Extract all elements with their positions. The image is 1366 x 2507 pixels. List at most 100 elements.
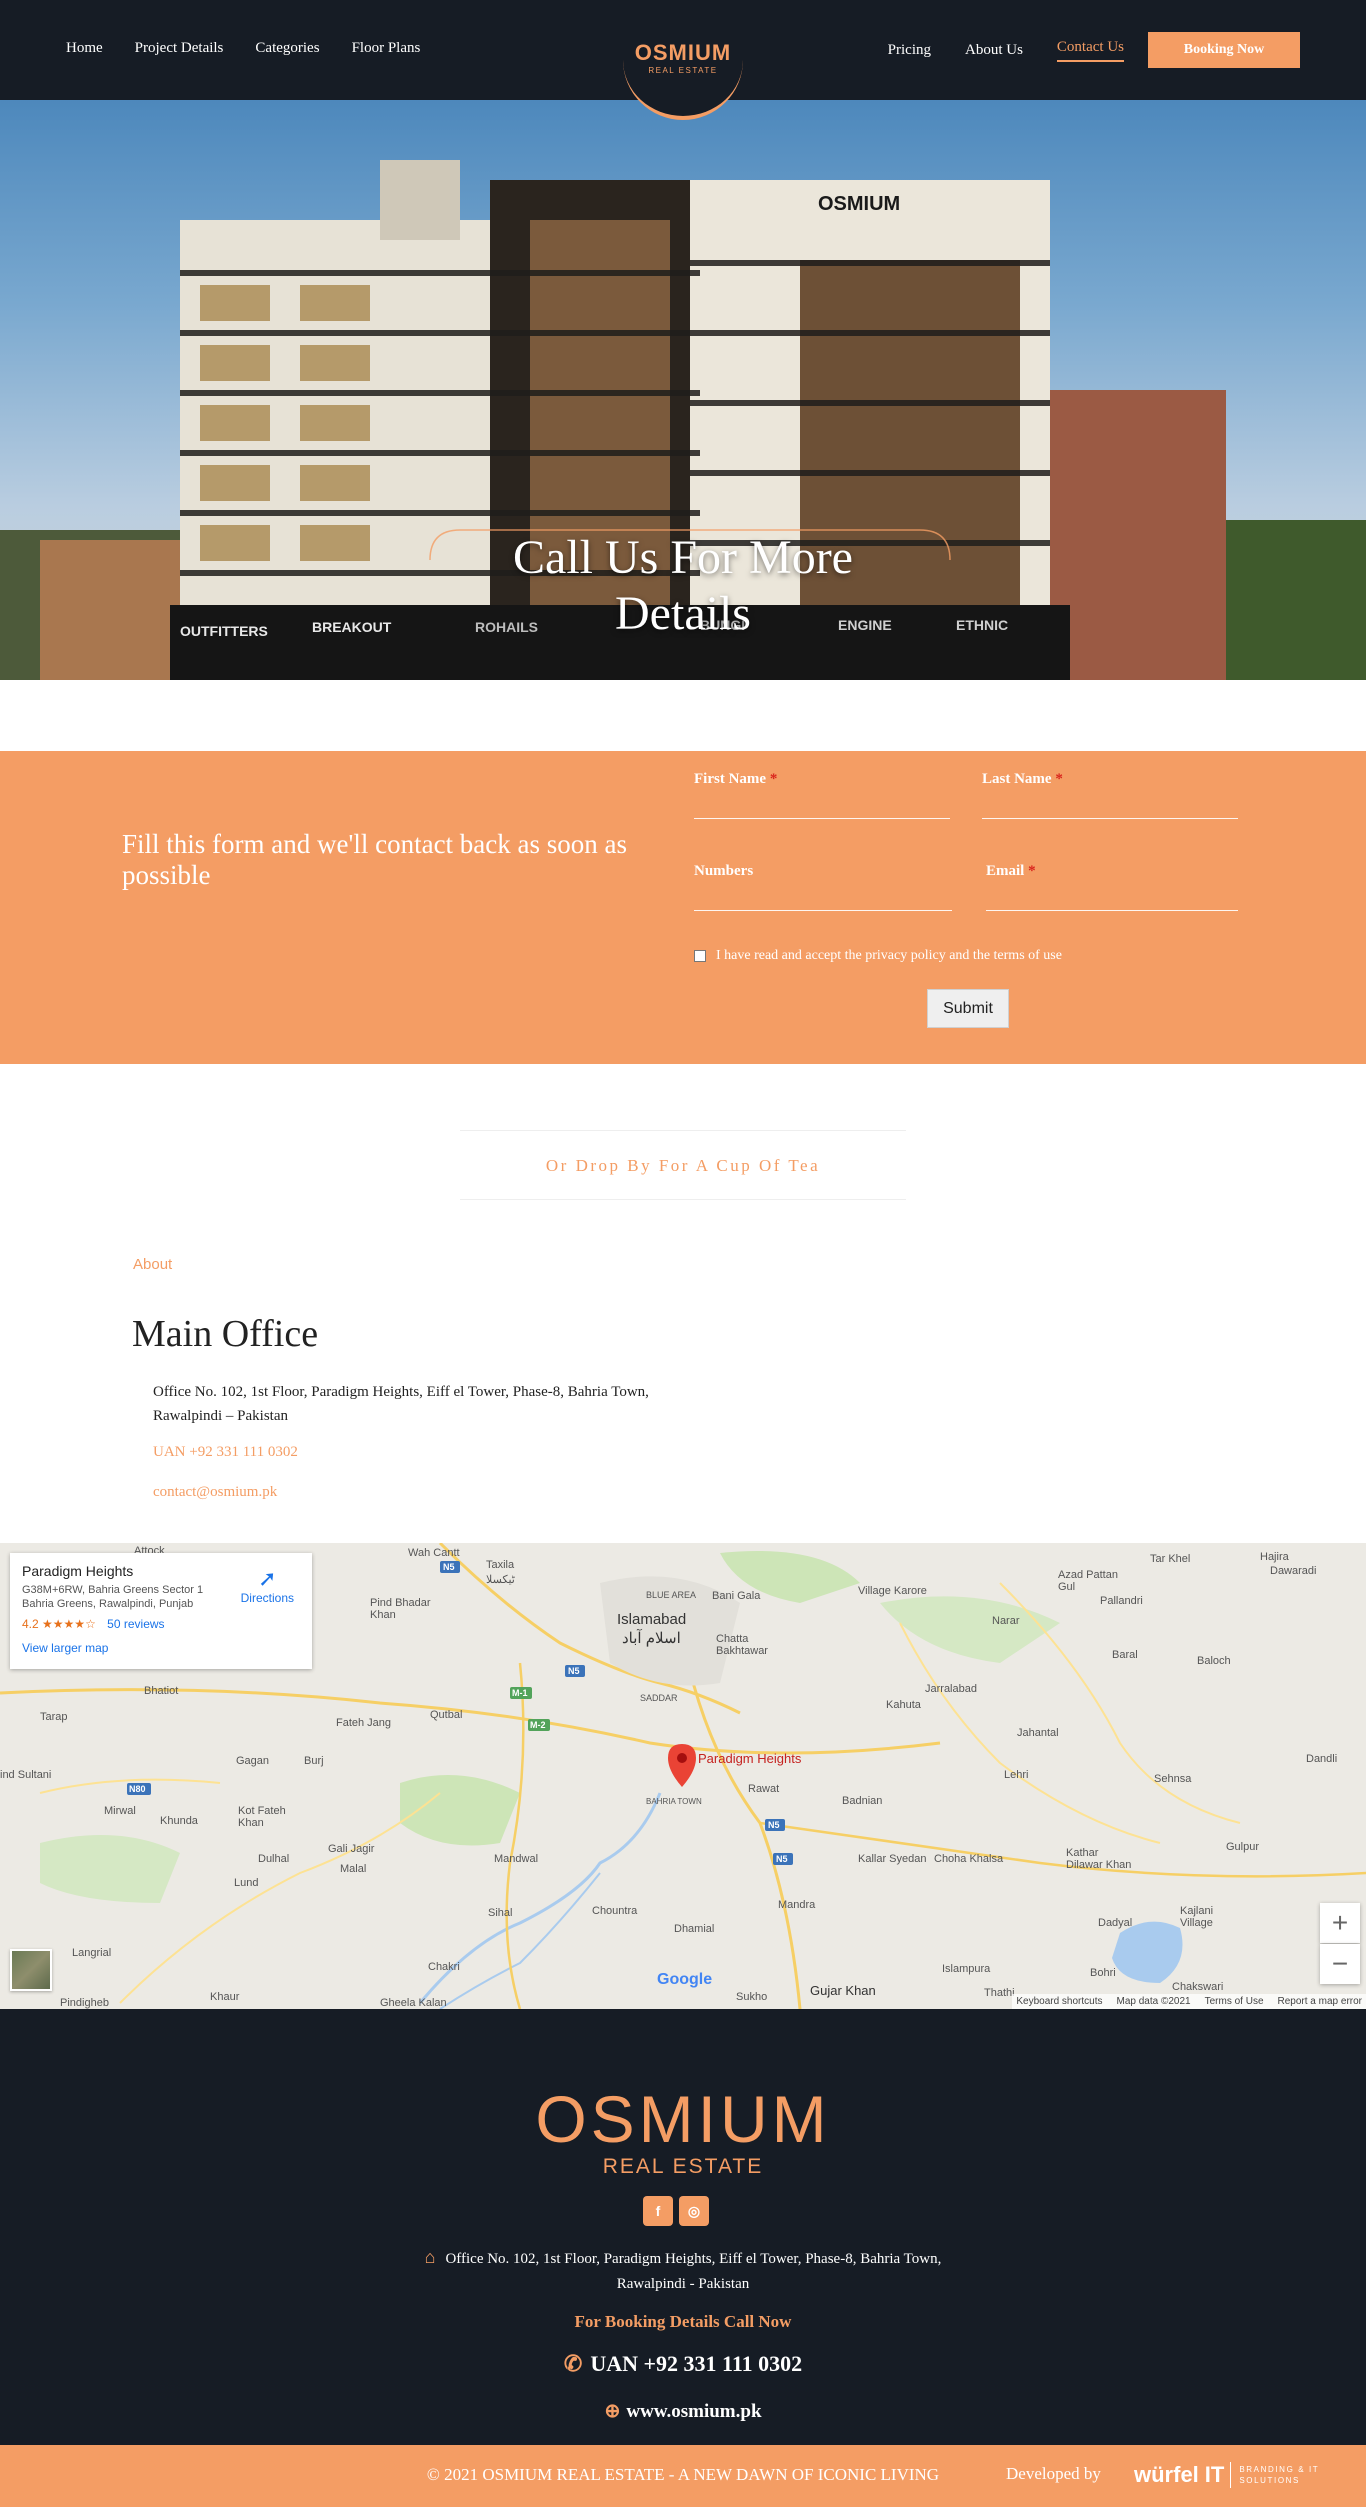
first-name-field[interactable]: First Name * xyxy=(694,771,950,819)
zoom-in-button[interactable]: + xyxy=(1320,1903,1360,1943)
view-larger-map-link[interactable]: View larger map xyxy=(22,1641,300,1655)
nav-project-details[interactable]: Project Details xyxy=(135,40,224,57)
office-email-link[interactable]: contact@osmium.pk xyxy=(153,1484,277,1501)
google-wordmark: Google xyxy=(657,1971,713,1988)
nav-contact-us[interactable]: Contact Us xyxy=(1056,39,1124,62)
map-label: Burj xyxy=(304,1755,324,1767)
footer-logo-subtitle: REAL ESTATE xyxy=(602,2155,764,2178)
submit-button[interactable]: Submit xyxy=(927,989,1009,1028)
map-label-islamabad: Islamabad xyxy=(617,1611,687,1628)
developer-logo[interactable]: würfel IT BRANDING & IT SOLUTIONS xyxy=(1134,2455,1319,2495)
map-label: Lund xyxy=(234,1877,259,1889)
map-label: Kahuta xyxy=(886,1699,921,1711)
map-label: ind Sultani xyxy=(0,1769,52,1781)
road-shield-2: M-1 xyxy=(512,1688,528,1698)
numbers-field[interactable]: Numbers xyxy=(694,863,952,911)
numbers-input[interactable] xyxy=(694,910,952,911)
map-label: اسلام آباد xyxy=(622,1630,681,1647)
map-label: Kathar Dilawar Khan xyxy=(1066,1847,1132,1871)
map-label: Kot Fateh Khan xyxy=(238,1805,286,1829)
map-footer: Keyboard shortcuts Map data ©2021 Terms … xyxy=(1012,1994,1366,2009)
map-label: Wah Cantt xyxy=(408,1547,460,1559)
map-pin-label[interactable]: Paradigm Heights xyxy=(698,1751,801,1766)
required-mark: * xyxy=(1055,771,1063,787)
map-label: Malal xyxy=(340,1863,367,1875)
map-label: Dhamial xyxy=(674,1923,715,1935)
footer-phone-text: UAN +92 331 111 0302 xyxy=(590,2351,803,2376)
privacy-checkbox[interactable] xyxy=(694,950,706,962)
map-label: Rawat xyxy=(748,1783,780,1795)
office-phone-link[interactable]: UAN +92 331 111 0302 xyxy=(153,1444,298,1461)
last-name-input[interactable] xyxy=(982,818,1238,819)
road-shield-7: N5 xyxy=(776,1854,788,1864)
instagram-icon[interactable]: ◎ xyxy=(679,2196,709,2226)
map-label: Baloch xyxy=(1197,1655,1231,1667)
road-shield-3: M-2 xyxy=(530,1720,546,1730)
satellite-toggle[interactable] xyxy=(10,1949,52,1991)
contact-form-section: Fill this form and we'll contact back as… xyxy=(0,751,1366,1064)
form-intro-text: Fill this form and we'll contact back as… xyxy=(122,829,628,890)
map-label: BAHRIA TOWN xyxy=(646,1797,702,1806)
nav-about-us[interactable]: About Us xyxy=(965,42,1023,59)
first-name-input[interactable] xyxy=(694,818,950,819)
map-label: Fateh Jang xyxy=(336,1717,392,1729)
hero-title: Call Us For More Details xyxy=(0,530,1366,642)
map-label: Gali Jagir xyxy=(328,1843,375,1855)
map-label: Gujar Khan xyxy=(810,1983,876,1998)
footer-address-text: Office No. 102, 1st Floor, Paradigm Heig… xyxy=(445,2251,942,2292)
map-label: Pallandri xyxy=(1100,1595,1143,1607)
directions-label: Directions xyxy=(240,1591,294,1605)
map-label: Dawaradi xyxy=(1270,1565,1317,1577)
email-input[interactable] xyxy=(986,910,1238,911)
keyboard-shortcuts-link[interactable]: Keyboard shortcuts xyxy=(1016,1996,1102,2007)
map-label: Taxila xyxy=(486,1559,515,1571)
nav-left: Home Project Details Categories Floor Pl… xyxy=(66,40,452,57)
email-field[interactable]: Email * xyxy=(986,863,1238,911)
tea-heading: Or Drop By For A Cup Of Tea xyxy=(545,1156,821,1175)
map-label: Choha Khalsa xyxy=(934,1853,1004,1865)
map-label: Chakswari xyxy=(1172,1981,1224,1993)
map-label: Kallar Syedan xyxy=(858,1853,927,1865)
map-label: Gagan xyxy=(236,1755,270,1767)
zoom-out-button[interactable]: − xyxy=(1320,1944,1360,1984)
reviews-link[interactable]: 50 reviews xyxy=(107,1617,164,1631)
map-label: Gheela Kalan xyxy=(380,1997,447,2009)
developed-by-label: Developed by xyxy=(1006,2464,1101,2483)
last-name-label-text: Last Name xyxy=(982,771,1052,787)
map-label: Tar Khel xyxy=(1150,1553,1191,1565)
facebook-icon[interactable]: f xyxy=(643,2196,673,2226)
logo-subtitle: REAL ESTATE xyxy=(648,66,718,75)
map-label: Langrial xyxy=(72,1947,112,1959)
site-footer: OSMIUM REAL ESTATE f ◎ ⌂ Office No. 102, … xyxy=(0,2009,1366,2445)
terms-link[interactable]: Terms of Use xyxy=(1205,1996,1264,2007)
nav-pricing[interactable]: Pricing xyxy=(888,42,931,59)
map-data-label: Map data ©2021 xyxy=(1116,1996,1191,2007)
booking-now-button[interactable]: Booking Now xyxy=(1148,32,1300,68)
map-label: Sihal xyxy=(488,1907,513,1919)
copyright-bar: © 2021 OSMIUM REAL ESTATE - A NEW DAWN O… xyxy=(0,2445,1366,2507)
map-label: Khaur xyxy=(210,1991,240,2003)
developer-it: IT xyxy=(1205,2462,1232,2488)
map-label: Chatta Bakhtawar xyxy=(716,1633,768,1657)
email-label: Email * xyxy=(986,863,1238,880)
footer-phone[interactable]: ✆ UAN +92 331 111 0302 xyxy=(0,2351,1366,2377)
report-error-link[interactable]: Report a map error xyxy=(1278,1996,1362,2007)
nav-right: Pricing About Us Contact Us Booking Now xyxy=(854,32,1300,68)
map-label: Baral xyxy=(1112,1649,1138,1661)
map-label: Dandli xyxy=(1306,1753,1338,1765)
footer-website[interactable]: ⊕ www.osmium.pk xyxy=(0,2400,1366,2423)
map-label: Dadyal xyxy=(1098,1917,1133,1929)
tea-divider: Or Drop By For A Cup Of Tea xyxy=(460,1130,906,1200)
last-name-label: Last Name * xyxy=(982,771,1238,788)
map-label: Gulpur xyxy=(1226,1841,1260,1853)
road-shield-1: N5 xyxy=(443,1562,455,1572)
directions-button[interactable]: ➚ Directions xyxy=(240,1567,294,1606)
last-name-field[interactable]: Last Name * xyxy=(982,771,1238,819)
nav-categories[interactable]: Categories xyxy=(255,40,319,57)
rating-value: 4.2 xyxy=(22,1617,39,1631)
map-label: Azad Pattan Gul xyxy=(1058,1569,1118,1593)
google-map[interactable]: N5 M-1 M-2 N5 N5 N80 N5 Wah Cantt Taxila… xyxy=(0,1543,1366,2009)
required-mark: * xyxy=(769,771,778,787)
nav-floor-plans[interactable]: Floor Plans xyxy=(352,40,421,57)
nav-home[interactable]: Home xyxy=(66,40,103,57)
